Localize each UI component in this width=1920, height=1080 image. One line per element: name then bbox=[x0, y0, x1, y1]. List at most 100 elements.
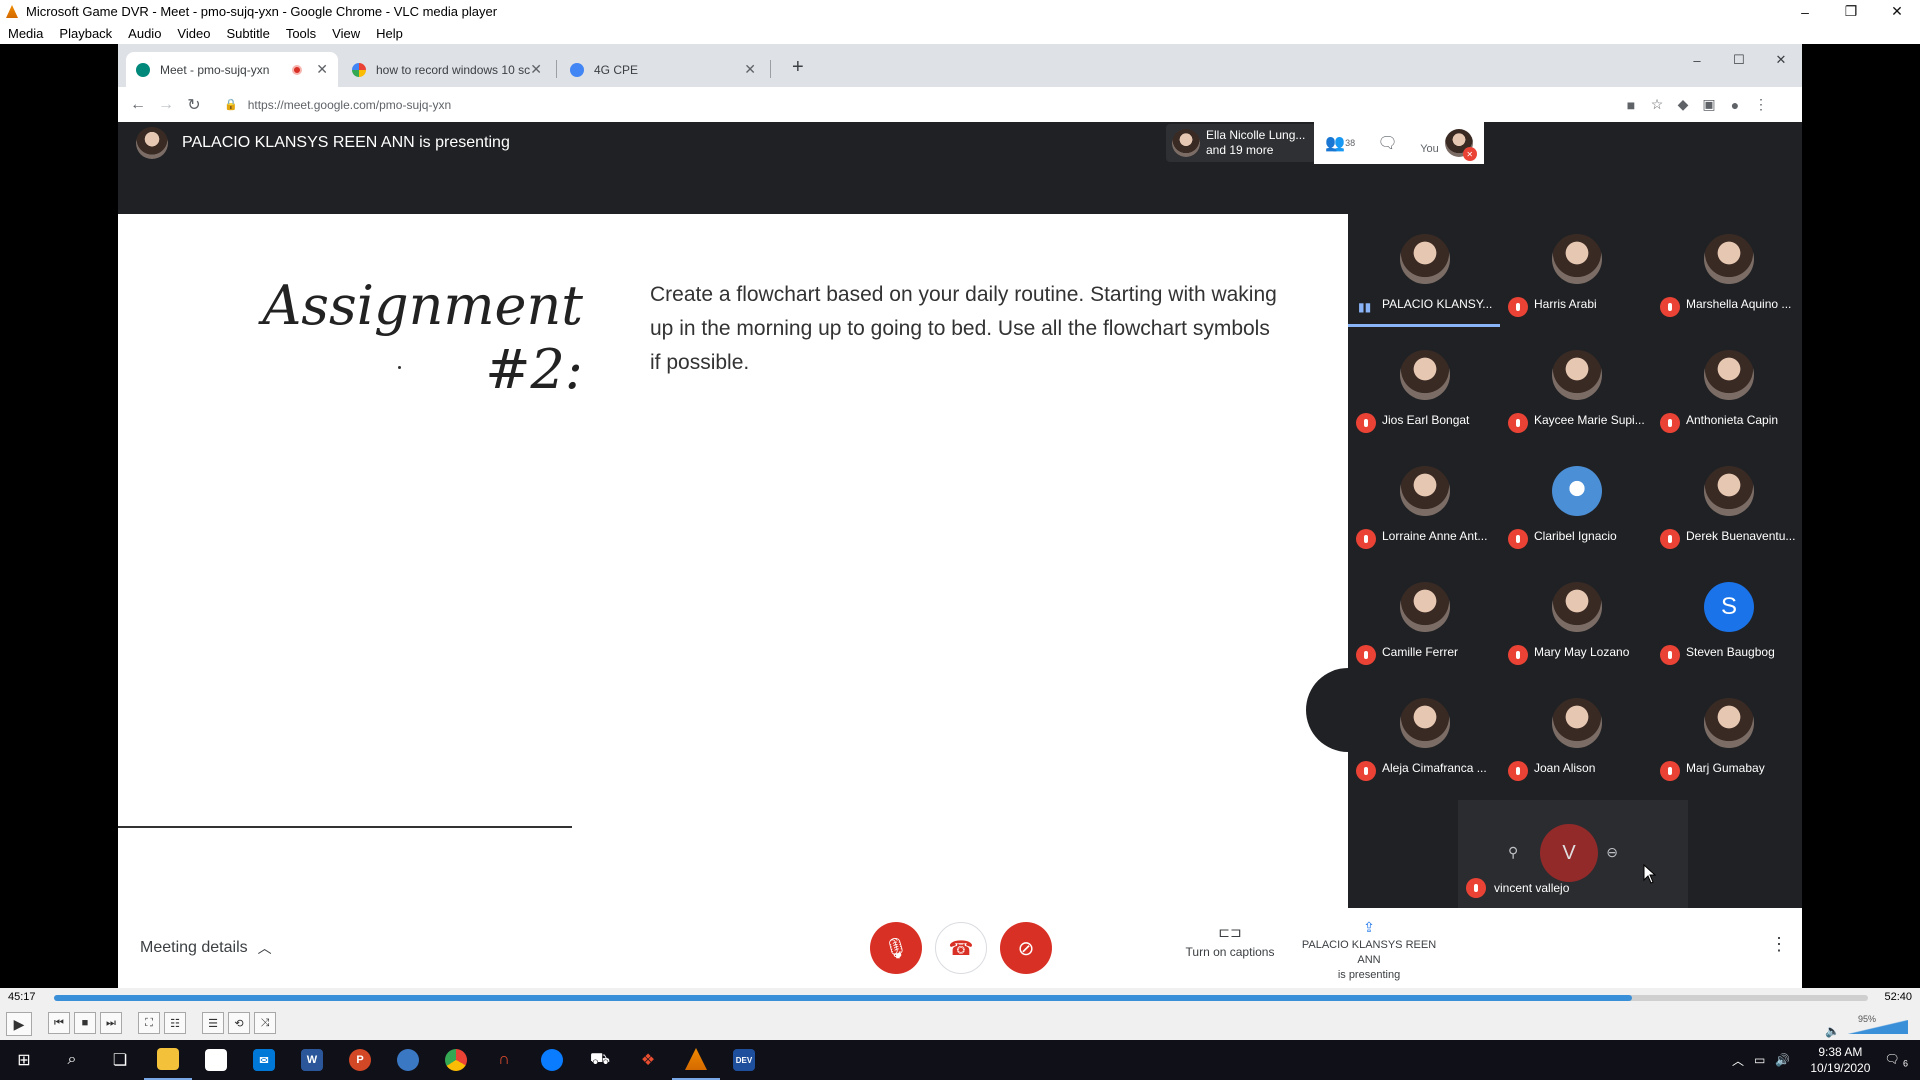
shuffle-button[interactable]: ⤨ bbox=[254, 1012, 276, 1034]
extended-settings-button[interactable]: ☷ bbox=[164, 1012, 186, 1034]
participant-tile[interactable]: Marj Gumabay bbox=[1652, 678, 1802, 794]
task-view-button[interactable]: ❏ bbox=[96, 1040, 144, 1080]
taskbar-powerpoint[interactable]: P bbox=[336, 1040, 384, 1080]
tab-4g-cpe[interactable]: 4G CPE ✕ bbox=[560, 52, 766, 87]
profile-icon[interactable]: ● bbox=[1722, 97, 1748, 113]
taskbar-app-3[interactable]: ❖ bbox=[624, 1040, 672, 1080]
search-button[interactable]: ⌕ bbox=[48, 1040, 96, 1080]
tile-hover-controls: ⚲ ⊖ bbox=[1508, 836, 1618, 868]
close-tab-icon[interactable]: ✕ bbox=[530, 61, 542, 78]
back-arrow-icon[interactable]: ← bbox=[124, 96, 152, 114]
forward-arrow-icon[interactable]: → bbox=[152, 96, 180, 114]
participant-tile[interactable]: ▮▮ PALACIO KLANSY... bbox=[1348, 214, 1500, 330]
address-bar[interactable]: 🔒 https://meet.google.com/pmo-sujq-yxn bbox=[218, 92, 1618, 118]
participant-tile[interactable]: Lorraine Anne Ant... bbox=[1348, 446, 1498, 562]
taskbar-word[interactable]: W bbox=[288, 1040, 336, 1080]
participant-tile[interactable]: Camille Ferrer bbox=[1348, 562, 1498, 678]
participant-tile[interactable]: Mary May Lozano bbox=[1500, 562, 1650, 678]
ella-avatar bbox=[1172, 129, 1200, 157]
restore-button[interactable]: ❐ bbox=[1828, 0, 1874, 23]
participant-tile[interactable]: Claribel Ignacio bbox=[1500, 446, 1650, 562]
minimize-button[interactable]: – bbox=[1782, 0, 1828, 23]
extension-2-icon[interactable]: ▣ bbox=[1696, 96, 1722, 113]
participant-tile[interactable]: Harris Arabi bbox=[1500, 214, 1650, 330]
menu-playback[interactable]: Playback bbox=[59, 26, 112, 41]
chrome-close-button[interactable]: ✕ bbox=[1760, 44, 1802, 76]
next-button[interactable]: ⏭ bbox=[100, 1012, 122, 1034]
new-tab-button[interactable]: + bbox=[792, 56, 804, 79]
seek-progress[interactable] bbox=[54, 995, 1633, 1001]
menu-view[interactable]: View bbox=[332, 26, 360, 41]
clock[interactable]: 9:38 AM 10/19/2020 bbox=[1810, 1044, 1870, 1076]
leave-call-button[interactable]: ☎ bbox=[935, 922, 987, 974]
camera-icon[interactable]: ■ bbox=[1618, 97, 1644, 113]
menu-video[interactable]: Video bbox=[177, 26, 210, 41]
chevron-up-icon: ︿ bbox=[257, 940, 272, 956]
stop-button[interactable]: ■ bbox=[74, 1012, 96, 1034]
taskbar-file-explorer[interactable] bbox=[144, 1040, 192, 1080]
menu-subtitle[interactable]: Subtitle bbox=[226, 26, 269, 41]
volume-slider[interactable] bbox=[1848, 1020, 1908, 1034]
participant-tile[interactable]: Jios Earl Bongat bbox=[1348, 330, 1498, 446]
remove-icon[interactable]: ⊖ bbox=[1606, 844, 1618, 861]
slide-dot bbox=[398, 366, 401, 369]
meet-top-icons: 👥 38 🗨 You ✕ bbox=[1314, 122, 1484, 164]
tab-search[interactable]: how to record windows 10 scree ✕ bbox=[342, 52, 552, 87]
tab-meet[interactable]: Meet - pmo-sujq-yxn ✕ bbox=[126, 52, 338, 87]
captions-button[interactable]: ⊏⊐ Turn on captions bbox=[1178, 924, 1282, 959]
people-button[interactable]: 👥 38 bbox=[1325, 133, 1355, 153]
chat-button[interactable]: 🗨 bbox=[1378, 133, 1398, 153]
chrome-minimize-button[interactable]: – bbox=[1676, 44, 1718, 76]
camera-toggle-button[interactable]: ⊘ bbox=[1000, 922, 1052, 974]
more-options-icon[interactable]: ⋮ bbox=[1770, 934, 1788, 955]
taskbar-messenger[interactable] bbox=[528, 1040, 576, 1080]
others-chip[interactable]: Ella Nicolle Lung... and 19 more bbox=[1166, 124, 1316, 162]
star-icon[interactable]: ☆ bbox=[1644, 96, 1670, 113]
volume-icon[interactable]: 🔊 bbox=[1775, 1053, 1790, 1067]
participant-count: 38 bbox=[1345, 138, 1356, 148]
notification-button[interactable]: 🗨 6 bbox=[1884, 1052, 1908, 1068]
chrome-maximize-button[interactable]: ☐ bbox=[1718, 44, 1760, 76]
taskbar-app-2[interactable]: ⛟ bbox=[576, 1040, 624, 1080]
playlist-button[interactable]: ☰ bbox=[202, 1012, 224, 1034]
participant-tile[interactable]: Marshella Aquino ... bbox=[1652, 214, 1802, 330]
pin-icon[interactable]: ⚲ bbox=[1508, 844, 1518, 861]
you-tile[interactable]: You ✕ bbox=[1420, 129, 1477, 161]
taskbar-app[interactable] bbox=[384, 1040, 432, 1080]
menu-media[interactable]: Media bbox=[8, 26, 43, 41]
meeting-details-button[interactable]: Meeting details ︿ bbox=[140, 908, 272, 988]
participant-tile[interactable]: Anthonieta Capin bbox=[1652, 330, 1802, 446]
taskbar-mail[interactable]: ✉ bbox=[240, 1040, 288, 1080]
close-tab-icon[interactable]: ✕ bbox=[316, 61, 328, 78]
loop-button[interactable]: ⟲ bbox=[228, 1012, 250, 1034]
menu-audio[interactable]: Audio bbox=[128, 26, 161, 41]
extension-icon[interactable]: ◆ bbox=[1670, 96, 1696, 113]
network-icon[interactable]: ▭ bbox=[1754, 1053, 1765, 1067]
taskbar-chrome[interactable] bbox=[432, 1040, 480, 1080]
participant-tile[interactable]: Aleja Cimafranca ... bbox=[1348, 678, 1498, 794]
mic-toggle-button[interactable]: 🎙 bbox=[870, 922, 922, 974]
reload-icon[interactable]: ↻ bbox=[180, 95, 208, 115]
participant-tile[interactable]: Joan Alison bbox=[1500, 678, 1650, 794]
menu-tools[interactable]: Tools bbox=[286, 26, 316, 41]
taskbar-vlc[interactable] bbox=[672, 1040, 720, 1080]
start-button[interactable]: ⊞ bbox=[0, 1040, 48, 1080]
taskbar-store[interactable] bbox=[192, 1040, 240, 1080]
present-button[interactable]: ⇪ PALACIO KLANSYS REEN ANN is presenting bbox=[1294, 920, 1444, 983]
kebab-menu-icon[interactable]: ⋮ bbox=[1748, 96, 1774, 113]
participant-tile[interactable]: Kaycee Marie Supi... bbox=[1500, 330, 1650, 446]
chevron-up-icon[interactable]: ︿ bbox=[1732, 1052, 1744, 1069]
app-icon bbox=[397, 1049, 419, 1071]
menu-help[interactable]: Help bbox=[376, 26, 403, 41]
close-button[interactable]: ✕ bbox=[1874, 0, 1920, 23]
taskbar-headset-app[interactable]: ∩ bbox=[480, 1040, 528, 1080]
fullscreen-button[interactable]: ⛶ bbox=[138, 1012, 160, 1034]
participant-tile[interactable]: Derek Buenaventu... bbox=[1652, 446, 1802, 562]
speaker-icon[interactable]: 🔈 bbox=[1825, 1024, 1840, 1038]
previous-button[interactable]: ⏮ bbox=[48, 1012, 70, 1034]
close-tab-icon[interactable]: ✕ bbox=[744, 61, 756, 78]
play-button[interactable]: ▶ bbox=[6, 1012, 32, 1036]
participant-tile[interactable]: S Steven Baugbog bbox=[1652, 562, 1802, 678]
participant-tile-vincent[interactable]: V ⚲ ⊖ vincent vallejo bbox=[1458, 800, 1688, 908]
taskbar-devc[interactable]: DEV bbox=[720, 1040, 768, 1080]
